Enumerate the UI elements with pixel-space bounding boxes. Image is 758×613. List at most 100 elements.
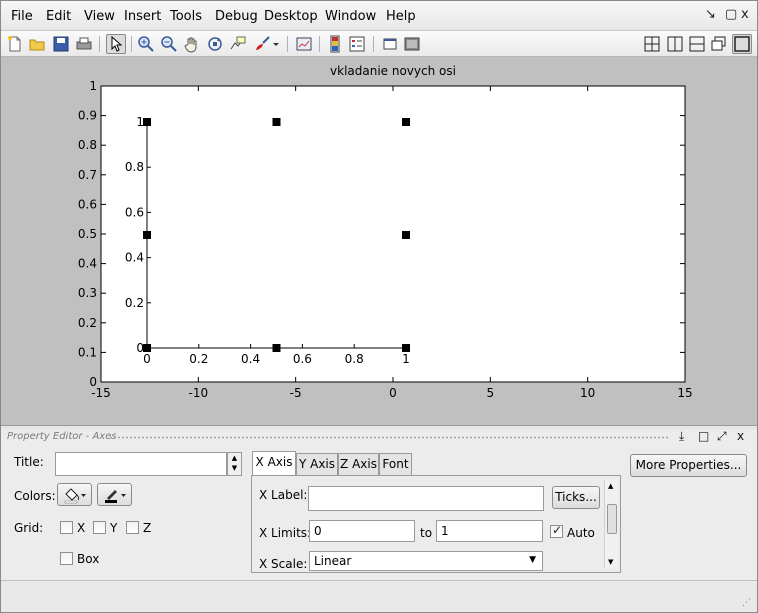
x-tick-label: 0 <box>389 386 397 400</box>
status-bar: ⋰ <box>1 580 757 612</box>
toolbar-separator <box>131 36 132 52</box>
resize-grip-icon[interactable]: ⋰ <box>742 598 751 608</box>
x-scale-select[interactable]: Linear ▼ <box>309 551 543 571</box>
y-tick-label: 0.5 <box>78 227 97 241</box>
menu-debug[interactable]: Debug <box>215 9 258 24</box>
menu-insert[interactable]: Insert <box>124 9 161 24</box>
inset-y-tick-label: 0.2 <box>125 296 144 310</box>
selection-handle[interactable] <box>143 344 151 352</box>
title-spinner[interactable]: ▲ ▼ <box>227 452 242 476</box>
grid-x-label: X <box>77 521 86 535</box>
menu-file[interactable]: File <box>11 9 33 24</box>
maximize-window-icon[interactable] <box>732 34 752 54</box>
data-cursor-icon[interactable] <box>228 34 248 54</box>
title-input[interactable] <box>55 452 227 476</box>
grid-z-checkbox[interactable] <box>126 521 139 534</box>
scroll-thumb[interactable] <box>607 504 617 534</box>
split-vertical-icon[interactable] <box>665 34 685 54</box>
drag-grip[interactable] <box>109 436 669 439</box>
chevron-down-icon: ▼ <box>529 555 536 565</box>
tab-x-axis[interactable]: X Axis <box>252 451 296 476</box>
grid-y-checkbox[interactable] <box>93 521 106 534</box>
tab-y-axis[interactable]: Y Axis <box>296 453 338 475</box>
x-limit-to-input[interactable]: 1 <box>436 520 543 542</box>
selection-handle[interactable] <box>402 118 410 126</box>
grid-z-label: Z <box>143 521 152 535</box>
pen-icon <box>104 490 126 503</box>
undock-icon[interactable]: ↘ <box>705 7 716 22</box>
close-icon[interactable]: x <box>741 7 749 22</box>
menu-tools[interactable]: Tools <box>170 9 202 24</box>
inset-x-tick-label: 0.8 <box>345 352 364 366</box>
selection-handle[interactable] <box>272 344 281 352</box>
legend-icon[interactable] <box>347 34 367 54</box>
menu-view[interactable]: View <box>84 9 115 24</box>
edit-plot-pointer-icon[interactable] <box>106 34 126 54</box>
undock-panel-icon[interactable]: ⤢ <box>717 429 727 444</box>
scroll-up-icon[interactable]: ▲ <box>608 482 613 490</box>
edge-color-button[interactable] <box>97 483 132 506</box>
tile-grid-icon[interactable] <box>642 34 662 54</box>
x-scale-value: Linear <box>314 554 352 568</box>
zoom-in-icon[interactable] <box>136 34 156 54</box>
paint-bucket-icon <box>64 488 86 504</box>
selection-handle[interactable] <box>402 231 410 239</box>
more-properties-button[interactable]: More Properties... <box>630 454 747 477</box>
dock-down-icon[interactable]: ⤓ <box>679 429 684 444</box>
tab-panel-scrollbar[interactable]: ▲ ▼ <box>604 480 618 568</box>
minimize-icon[interactable]: ▢ <box>725 7 737 22</box>
brush-dropdown-icon[interactable] <box>270 34 282 54</box>
save-icon[interactable] <box>51 34 71 54</box>
toolbar-separator <box>99 36 100 52</box>
tab-z-axis[interactable]: Z Axis <box>338 453 379 475</box>
face-color-button[interactable] <box>57 483 92 506</box>
menu-help[interactable]: Help <box>386 9 416 24</box>
brush-icon[interactable] <box>252 34 272 54</box>
rotate-3d-icon[interactable] <box>205 34 225 54</box>
inset-x-tick-label: 0.4 <box>241 352 260 366</box>
plot-title: vkladanie novych osi <box>330 64 456 78</box>
grid-x-checkbox[interactable] <box>60 521 73 534</box>
colorbar-icon[interactable] <box>325 34 345 54</box>
toolbar-separator <box>287 36 288 52</box>
print-icon[interactable] <box>74 34 94 54</box>
to-label: to <box>420 526 433 540</box>
open-folder-icon[interactable] <box>27 34 47 54</box>
menu-desktop[interactable]: Desktop <box>264 9 318 24</box>
scroll-down-icon[interactable]: ▼ <box>608 558 613 566</box>
tab-font[interactable]: Font <box>379 453 412 475</box>
auto-checkbox[interactable] <box>550 523 563 538</box>
y-tick-label: 0.2 <box>78 316 97 330</box>
y-tick-label: 0.7 <box>78 168 97 182</box>
inset-y-tick-label: 0 <box>136 341 144 355</box>
menu-edit[interactable]: Edit <box>46 9 71 24</box>
float-window-icon[interactable] <box>709 34 729 54</box>
box-label: Box <box>77 552 100 566</box>
selection-handle[interactable] <box>272 118 281 126</box>
maximize-panel-icon[interactable]: □ <box>698 429 709 443</box>
auto-label: Auto <box>567 526 595 540</box>
selection-handle[interactable] <box>402 344 410 352</box>
selection-handle[interactable] <box>143 231 151 239</box>
main-axes-box[interactable] <box>100 85 686 383</box>
box-checkbox[interactable] <box>60 552 73 565</box>
ticks-button[interactable]: Ticks... <box>552 486 600 509</box>
selection-handle[interactable] <box>143 118 151 126</box>
show-plot-tools-icon[interactable] <box>402 34 422 54</box>
link-plot-icon[interactable] <box>294 34 314 54</box>
close-panel-icon[interactable]: x <box>737 429 744 443</box>
hide-plot-tools-icon[interactable] <box>380 34 400 54</box>
split-horizontal-icon[interactable] <box>687 34 707 54</box>
toolbar-separator <box>373 36 374 52</box>
inset-y-tick-label: 0.8 <box>125 160 144 174</box>
x-label-input[interactable] <box>308 486 544 511</box>
new-file-icon[interactable] <box>5 34 25 54</box>
zoom-out-icon[interactable] <box>159 34 179 54</box>
y-tick-label: 0.1 <box>78 345 97 359</box>
menu-bar: File Edit View Insert Tools Debug Deskto… <box>1 1 757 31</box>
menu-window[interactable]: Window <box>325 9 376 24</box>
y-tick-label: 1 <box>89 79 97 93</box>
x-limit-from-input[interactable]: 0 <box>309 520 415 542</box>
pan-hand-icon[interactable] <box>182 34 202 54</box>
x-label-label: X Label: <box>259 488 308 502</box>
